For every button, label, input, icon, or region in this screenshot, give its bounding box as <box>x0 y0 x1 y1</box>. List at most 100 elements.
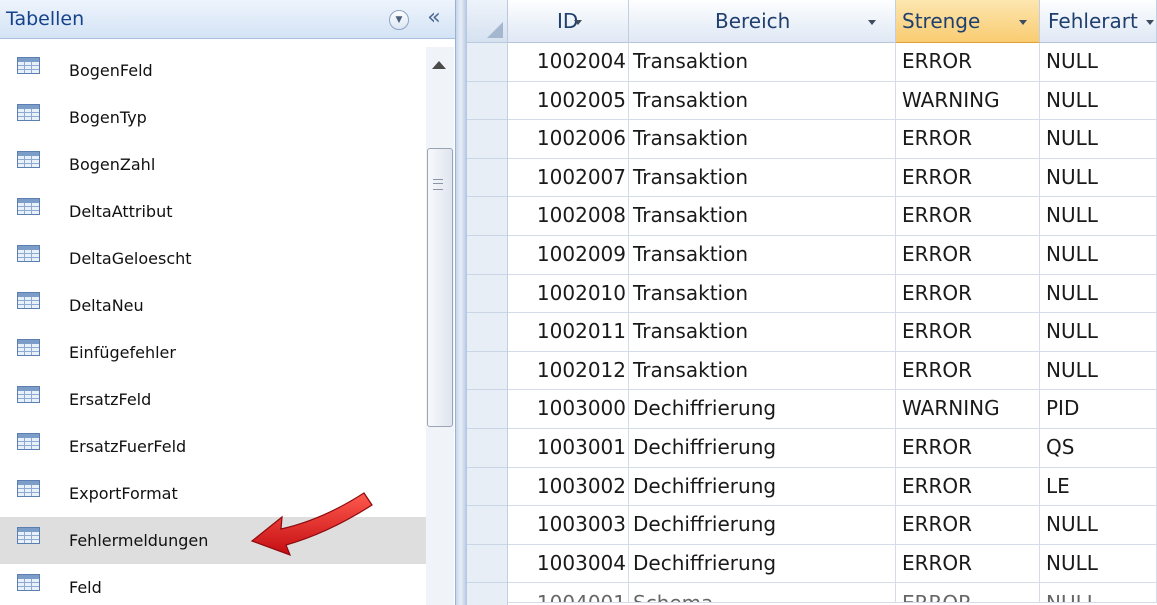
cell-fehlerart[interactable]: NULL <box>1040 313 1157 352</box>
record-selector[interactable] <box>467 545 507 584</box>
cell-strenge[interactable]: ERROR <box>896 544 1040 584</box>
nav-item-deltaattribut[interactable]: DeltaAttribut <box>0 188 426 235</box>
table-row[interactable]: 1003000 Dechiffrierung WARNING PID <box>508 390 1157 429</box>
cell-fehlerart[interactable]: NULL <box>1040 158 1157 198</box>
cell-id[interactable]: 1003001 <box>508 428 629 468</box>
cell-strenge[interactable]: ERROR <box>896 274 1040 314</box>
table-row[interactable]: 1003001 Dechiffrierung ERROR QS <box>508 428 1157 468</box>
cell-bereich[interactable]: Dechiffrierung <box>629 428 896 468</box>
table-row[interactable]: 1002004 Transaktion ERROR NULL <box>508 43 1157 82</box>
cell-id[interactable]: 1002005 <box>508 81 629 121</box>
filter-dropdown-icon[interactable] <box>868 20 876 25</box>
cell-bereich[interactable]: Dechiffrierung <box>629 390 896 429</box>
column-header-id[interactable]: ID <box>508 0 629 43</box>
cell-id[interactable]: 1002009 <box>508 235 629 275</box>
cell-bereich[interactable]: Transaktion <box>629 351 896 391</box>
nav-item-ersatzfuerfeld[interactable]: ErsatzFuerFeld <box>0 423 426 470</box>
record-selector[interactable] <box>467 429 507 468</box>
nav-item-einfügefehler[interactable]: Einfügefehler <box>0 329 426 376</box>
record-selector-column[interactable] <box>467 43 508 605</box>
scroll-up-arrow-icon[interactable] <box>432 61 446 69</box>
nav-item-ersatzfeld[interactable]: ErsatzFeld <box>0 376 426 423</box>
nav-item-bogenzahl[interactable]: BogenZahl <box>0 141 426 188</box>
cell-fehlerart[interactable]: NULL <box>1040 81 1157 121</box>
cell-strenge[interactable]: ERROR <box>896 158 1040 198</box>
record-selector[interactable] <box>467 120 507 159</box>
cell-id[interactable]: 1002004 <box>508 43 629 82</box>
cell-fehlerart[interactable]: NULL <box>1040 120 1157 159</box>
cell-id[interactable]: 1003000 <box>508 390 629 429</box>
cell-strenge[interactable]: ERROR <box>896 197 1040 236</box>
record-selector[interactable] <box>467 313 507 352</box>
cell-id[interactable]: 1004001 <box>508 583 629 604</box>
cell-strenge[interactable]: ERROR <box>896 583 1040 604</box>
cell-bereich[interactable]: Dechiffrierung <box>629 467 896 507</box>
record-selector[interactable] <box>467 197 507 236</box>
column-header-fehlerart[interactable]: Fehlerart <box>1040 0 1157 43</box>
cell-fehlerart[interactable]: NULL <box>1040 351 1157 391</box>
cell-fehlerart[interactable]: NULL <box>1040 197 1157 236</box>
cell-id[interactable]: 1002011 <box>508 313 629 352</box>
nav-scrollbar[interactable] <box>426 47 454 605</box>
cell-bereich[interactable]: Transaktion <box>629 197 896 236</box>
nav-item-deltaneu[interactable]: DeltaNeu <box>0 282 426 329</box>
cell-fehlerart[interactable]: LE <box>1040 467 1157 507</box>
cell-strenge[interactable]: ERROR <box>896 467 1040 507</box>
nav-item-deltageloescht[interactable]: DeltaGeloescht <box>0 235 426 282</box>
record-selector[interactable] <box>467 583 507 605</box>
cell-fehlerart[interactable]: NULL <box>1040 235 1157 275</box>
cell-strenge[interactable]: WARNING <box>896 390 1040 429</box>
record-selector[interactable] <box>467 236 507 275</box>
cell-bereich[interactable]: Dechiffrierung <box>629 544 896 584</box>
cell-bereich[interactable]: Transaktion <box>629 274 896 314</box>
nav-item-bogenfeld[interactable]: BogenFeld <box>0 47 426 94</box>
filter-dropdown-icon[interactable] <box>1019 20 1027 25</box>
collapse-pane-icon[interactable]: « <box>419 5 449 31</box>
nav-item-feld[interactable]: Feld <box>0 564 426 605</box>
table-row[interactable]: 1002008 Transaktion ERROR NULL <box>508 197 1157 236</box>
cell-fehlerart[interactable]: NULL <box>1040 583 1157 604</box>
table-row[interactable]: 1002010 Transaktion ERROR NULL <box>508 274 1157 314</box>
record-selector[interactable] <box>467 43 507 82</box>
record-selector[interactable] <box>467 390 507 429</box>
table-row[interactable]: 1003003 Dechiffrierung ERROR NULL <box>508 506 1157 545</box>
cell-id[interactable]: 1002010 <box>508 274 629 314</box>
cell-strenge[interactable]: WARNING <box>896 81 1040 121</box>
cell-id[interactable]: 1002008 <box>508 197 629 236</box>
cell-bereich[interactable]: Dechiffrierung <box>629 506 896 545</box>
column-header-strenge[interactable]: Strenge <box>896 0 1040 43</box>
cell-bereich[interactable]: Transaktion <box>629 120 896 159</box>
cell-strenge[interactable]: ERROR <box>896 120 1040 159</box>
cell-fehlerart[interactable]: NULL <box>1040 506 1157 545</box>
cell-strenge[interactable]: ERROR <box>896 43 1040 82</box>
cell-id[interactable]: 1002007 <box>508 158 629 198</box>
cell-strenge[interactable]: ERROR <box>896 235 1040 275</box>
cell-fehlerart[interactable]: QS <box>1040 428 1157 468</box>
record-selector[interactable] <box>467 468 507 507</box>
cell-bereich[interactable]: Transaktion <box>629 235 896 275</box>
cell-bereich[interactable]: Schema <box>629 583 896 604</box>
table-row[interactable]: 1004001 Schema ERROR NULL <box>508 583 1157 604</box>
table-row[interactable]: 1002009 Transaktion ERROR NULL <box>508 235 1157 275</box>
cell-fehlerart[interactable]: NULL <box>1040 43 1157 82</box>
filter-dropdown-icon[interactable] <box>574 20 582 25</box>
cell-strenge[interactable]: ERROR <box>896 506 1040 545</box>
table-row[interactable]: 1002012 Transaktion ERROR NULL <box>508 351 1157 391</box>
table-row[interactable]: 1002005 Transaktion WARNING NULL <box>508 81 1157 121</box>
record-selector[interactable] <box>467 159 507 198</box>
table-row[interactable]: 1002007 Transaktion ERROR NULL <box>508 158 1157 198</box>
cell-id[interactable]: 1003003 <box>508 506 629 545</box>
chevron-down-circle-icon[interactable]: ▼ <box>389 10 409 30</box>
cell-fehlerart[interactable]: NULL <box>1040 544 1157 584</box>
cell-strenge[interactable]: ERROR <box>896 313 1040 352</box>
record-selector[interactable] <box>467 275 507 314</box>
cell-fehlerart[interactable]: NULL <box>1040 274 1157 314</box>
record-selector[interactable] <box>467 352 507 391</box>
table-row[interactable]: 1003004 Dechiffrierung ERROR NULL <box>508 544 1157 584</box>
cell-bereich[interactable]: Transaktion <box>629 43 896 82</box>
record-selector[interactable] <box>467 506 507 545</box>
cell-id[interactable]: 1002006 <box>508 120 629 159</box>
cell-bereich[interactable]: Transaktion <box>629 81 896 121</box>
table-row[interactable]: 1003002 Dechiffrierung ERROR LE <box>508 467 1157 507</box>
column-header-bereich[interactable]: Bereich <box>629 0 896 43</box>
